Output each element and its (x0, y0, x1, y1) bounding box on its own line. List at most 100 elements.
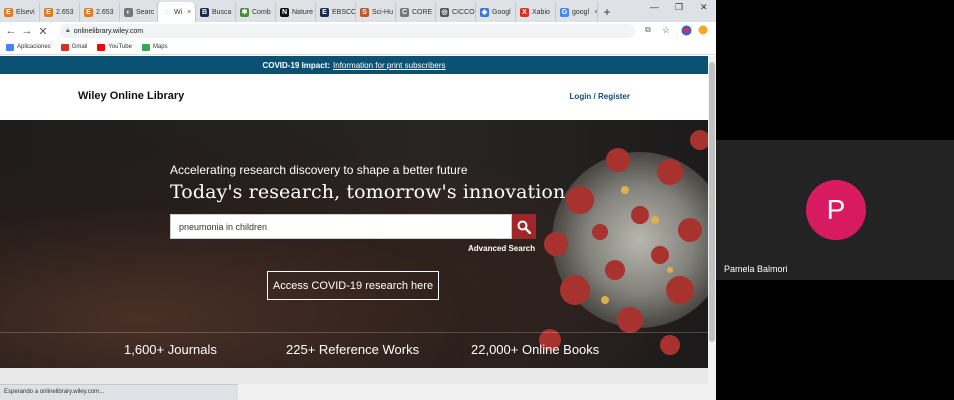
bookmark-gmail[interactable]: Gmail (60, 43, 88, 51)
tab-5[interactable]: BBusca× (196, 2, 236, 22)
bookmark-youtube[interactable]: YouTube (97, 43, 132, 51)
tab-label: Wi (174, 8, 183, 16)
covid-research-button[interactable]: Access COVID-19 research here (267, 271, 439, 300)
lock-icon: 🔒︎ (66, 27, 70, 34)
hero-title: Today's research, tomorrow's innovation (170, 181, 566, 203)
address-bar[interactable]: 🔒︎ onlinelibrary.wiley.com (60, 24, 635, 38)
ebsco-icon: E (320, 7, 329, 17)
maps-icon (141, 43, 150, 51)
tab-label: 2.653 (96, 8, 114, 16)
close-tab-icon[interactable]: × (187, 9, 191, 16)
page-bottom-area (238, 384, 708, 400)
tab-3[interactable]: ◐Searc× (120, 2, 158, 22)
coronavirus-image (539, 130, 708, 355)
browser-toolbar: ← → ✕ 🔒︎ onlinelibrary.wiley.com ⧉ ☆ (0, 22, 716, 40)
bookmark-label: Gmail (71, 44, 88, 50)
covid-banner-label: COVID-19 Impact: (262, 60, 331, 70)
back-icon[interactable]: ← (3, 25, 19, 37)
hero-banner: Accelerating research discovery to shape… (0, 120, 708, 368)
tab-label: Googl (492, 8, 511, 16)
tab-label: Nature (292, 8, 314, 16)
tab-label: Xabio (532, 8, 550, 16)
bookmark-aplicaciones[interactable]: Aplicaciones (6, 43, 51, 51)
video-call-panel: P Pamela Balmori (716, 0, 954, 400)
bookmark-star-icon[interactable]: ☆ (662, 25, 670, 36)
library-icon: B (200, 7, 209, 17)
tab-8[interactable]: EEBSCO× (316, 2, 356, 22)
gmail-icon (60, 43, 69, 51)
maximize-icon[interactable]: ❐ (675, 2, 683, 13)
participant-name: Pamela Balmori (724, 264, 788, 274)
new-tab-button[interactable]: + (598, 2, 616, 22)
extension-icon[interactable] (681, 25, 692, 38)
login-register-link[interactable]: Login / Register (570, 92, 630, 101)
tab-label: EBSCO (332, 8, 356, 16)
participant-tile[interactable]: P Pamela Balmori (716, 140, 954, 280)
tab-label: Comb (252, 8, 271, 16)
tab-12[interactable]: ◆Googl× (476, 2, 516, 22)
bookmark-maps[interactable]: Maps (141, 43, 168, 51)
xabio-icon: X (520, 7, 529, 17)
tab-label: CORE (412, 8, 433, 16)
tab-9[interactable]: SSci-Hu× (356, 2, 396, 22)
search-input[interactable] (170, 214, 512, 239)
globe-icon: ◎ (440, 7, 449, 17)
minimize-icon[interactable]: — (650, 2, 659, 12)
tab-7[interactable]: NNature× (276, 2, 316, 22)
search-icon (517, 220, 531, 234)
google-icon: G (560, 7, 569, 17)
apps-icon (6, 43, 14, 51)
tab-10[interactable]: CCORE× (396, 2, 436, 22)
tab-4[interactable]: ◌ Wi × (158, 2, 196, 22)
nature-icon: N (280, 7, 289, 17)
screen: EElsevi×E2.653×E2.653×◐Searc×◌Wi×BBusca×… (0, 0, 954, 400)
scihub-icon: S (360, 7, 369, 17)
stat-online-books[interactable]: 22,000+ Online Books (471, 342, 599, 357)
tab-6[interactable]: ✱Comb× (236, 2, 276, 22)
tab-13[interactable]: XXabio× (516, 2, 556, 22)
tab-14[interactable]: Ggoogl × (556, 2, 598, 22)
core-icon: C (400, 7, 409, 17)
tab-list: EElsevi×E2.653×E2.653×◐Searc×◌Wi×BBusca×… (0, 2, 598, 22)
tab-label: Sci-Hu (372, 8, 394, 16)
stat-reference-works[interactable]: 225+ Reference Works (286, 342, 419, 357)
tab-2[interactable]: E2.653× (80, 2, 120, 22)
hero-divider (0, 332, 708, 333)
tab-label: 2.653 (56, 8, 74, 16)
search-button[interactable] (512, 214, 536, 239)
tab-1[interactable]: E2.653× (40, 2, 80, 22)
wiley-logo[interactable]: Wiley Online Library (78, 90, 184, 102)
close-window-icon[interactable]: ✕ (700, 2, 708, 13)
tab-11[interactable]: ◎CICCO× (436, 2, 476, 22)
tab-label: Busca (212, 8, 232, 16)
avatar: P (806, 180, 866, 240)
search-tab-icon: ◐ (124, 7, 133, 17)
elsevier-icon: E (44, 7, 53, 17)
bookmarks-bar: Aplicaciones Gmail YouTube Maps (0, 40, 716, 55)
tab-label: Searc (136, 8, 155, 16)
page-lower-section (0, 368, 708, 384)
elsevier-icon: E (84, 7, 93, 17)
bookmark-label: Maps (152, 44, 168, 50)
browser-window: EElsevi×E2.653×E2.653×◐Searc×◌Wi×BBusca×… (0, 0, 716, 400)
covid-info-link[interactable]: Information for print subscribers (333, 61, 446, 70)
advanced-search-link[interactable]: Advanced Search (468, 244, 535, 253)
url-text: onlinelibrary.wiley.com (73, 27, 144, 35)
forward-icon[interactable]: → (19, 25, 35, 37)
tab-label: CICCO (452, 8, 475, 16)
stat-journals[interactable]: 1,600+ Journals (124, 342, 217, 357)
tab-label: googl (572, 8, 590, 16)
youtube-icon (97, 43, 106, 51)
page-scrollbar[interactable] (708, 56, 716, 400)
scrollbar-thumb[interactable] (709, 62, 715, 342)
status-bar: Esperando a onlinelibrary.wiley.com... (0, 384, 238, 400)
bookmark-label: YouTube (108, 44, 132, 50)
tab-label: Elsevi (16, 8, 35, 16)
translate-icon[interactable]: ⧉ (645, 25, 651, 35)
tab-bar: EElsevi×E2.653×E2.653×◐Searc×◌Wi×BBusca×… (0, 0, 716, 22)
tab-0[interactable]: EElsevi× (0, 2, 40, 22)
stop-loading-icon[interactable]: ✕ (35, 25, 51, 38)
profile-icon[interactable] (698, 25, 708, 37)
loading-icon: ◌ (164, 8, 169, 16)
elsevier-icon: E (4, 7, 13, 17)
